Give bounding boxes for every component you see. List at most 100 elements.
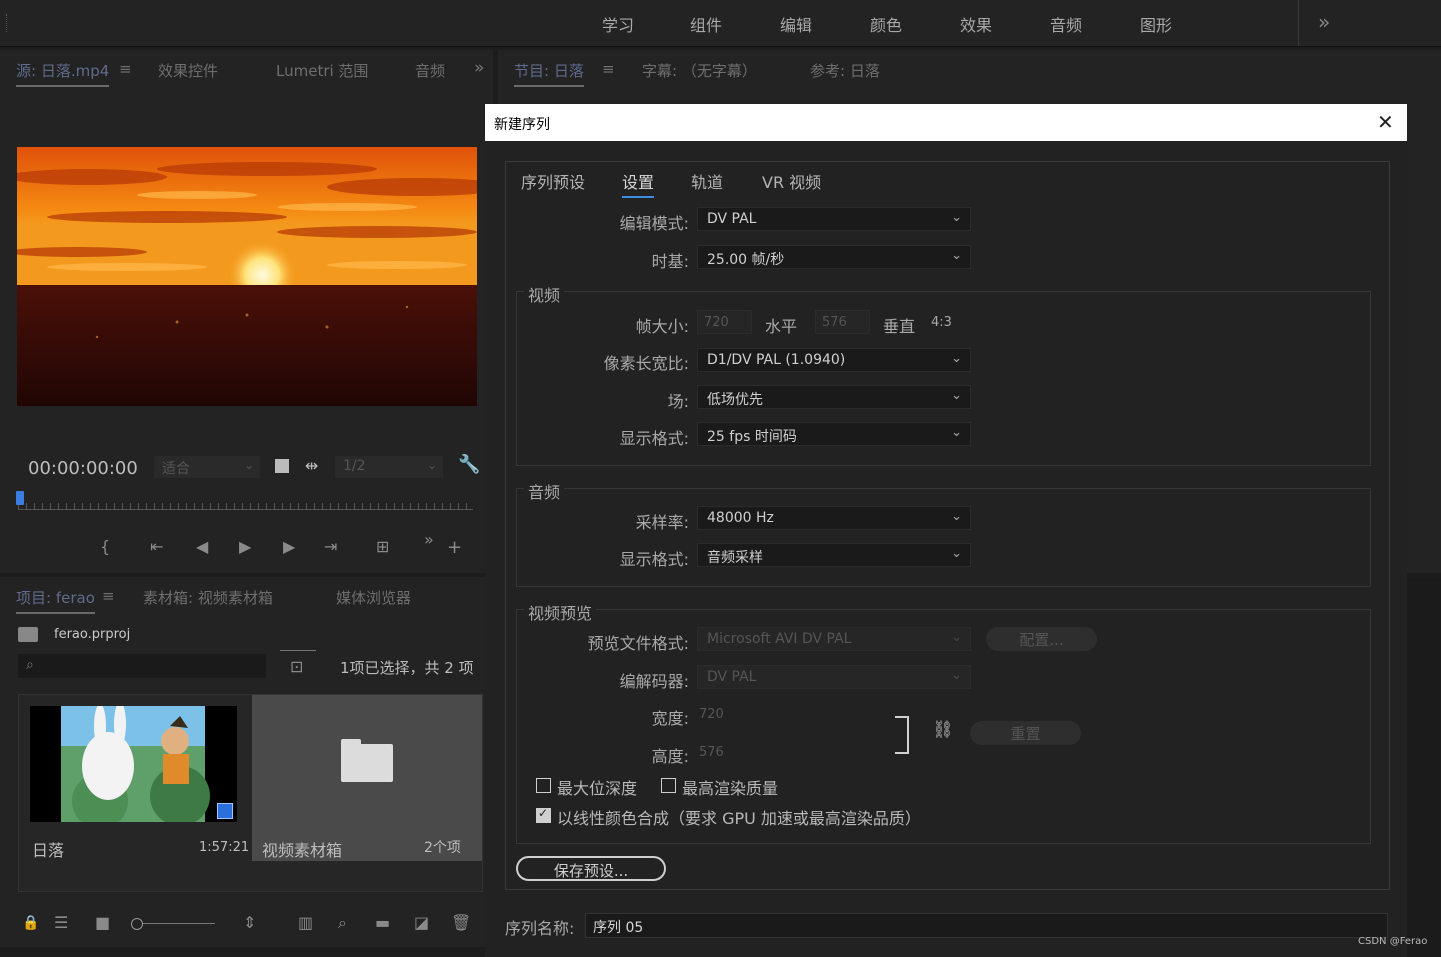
- edit-mode-dropdown[interactable]: DV PAL ⌄: [697, 207, 971, 231]
- fit-dropdown[interactable]: 适合 ⌄: [154, 456, 260, 478]
- item-name: 视频素材箱: [262, 841, 343, 860]
- preview-file-format-dropdown[interactable]: Microsoft AVI DV PAL ⌄: [697, 627, 971, 651]
- preview-file-format-label: 预览文件格式:: [587, 634, 689, 653]
- project-search-input[interactable]: ⌕: [18, 654, 266, 678]
- tab-project[interactable]: 项目: ferao: [16, 587, 95, 614]
- item-name: 日落: [32, 841, 65, 860]
- max-render-quality-checkbox[interactable]: [661, 778, 676, 793]
- sequence-name-label: 序列名称:: [505, 919, 575, 938]
- workspace-tab-graphics[interactable]: 图形: [1140, 12, 1172, 36]
- step-back-icon[interactable]: ◀: [196, 537, 208, 556]
- workspace-tab-learn[interactable]: 学习: [602, 12, 634, 36]
- project-item[interactable]: 日落 1:57:21: [19, 695, 250, 891]
- save-preset-button[interactable]: 保存预设...: [516, 856, 666, 881]
- chevron-down-icon: ⌄: [951, 388, 962, 403]
- panel-menu-icon[interactable]: ≡: [119, 60, 132, 78]
- more-tabs-icon[interactable]: »: [474, 58, 484, 78]
- tab-settings[interactable]: 设置: [622, 169, 655, 198]
- audio-display-format-dropdown[interactable]: 音频采样 ⌄: [697, 543, 971, 567]
- codec-dropdown[interactable]: DV PAL ⌄: [697, 665, 971, 689]
- timebase-dropdown[interactable]: 25.00 帧/秒 ⌄: [697, 245, 971, 269]
- workspace-tab-editing[interactable]: 编辑: [780, 12, 812, 36]
- sequence-name-input[interactable]: 序列 05: [585, 913, 1388, 938]
- resolution-dropdown[interactable]: 1/2 ⌄: [335, 456, 443, 478]
- audio-display-format-label: 显示格式:: [619, 550, 689, 569]
- export-frame-icon[interactable]: [275, 459, 289, 473]
- sort-icon[interactable]: ⇕: [243, 913, 256, 932]
- new-bin-icon[interactable]: ▬: [375, 913, 390, 932]
- reset-button[interactable]: 重置: [970, 721, 1081, 745]
- fields-dropdown[interactable]: 低场优先 ⌄: [697, 385, 971, 409]
- find-icon[interactable]: ⌕: [338, 913, 347, 933]
- close-icon[interactable]: ✕: [1377, 110, 1394, 134]
- tab-tracks[interactable]: 轨道: [691, 169, 723, 193]
- codec-value: DV PAL: [707, 669, 757, 685]
- trash-icon[interactable]: 🗑: [451, 913, 471, 932]
- automate-to-sequence-icon[interactable]: ▥: [298, 913, 313, 932]
- tab-lumetri-scopes[interactable]: Lumetri 范围: [276, 60, 368, 81]
- pixel-aspect-dropdown[interactable]: D1/DV PAL (1.0940) ⌄: [697, 348, 971, 372]
- play-icon[interactable]: ▶: [239, 537, 251, 556]
- panel-menu-icon[interactable]: ≡: [102, 587, 115, 605]
- preview-width-label: 宽度:: [651, 709, 689, 728]
- max-bit-depth-checkbox[interactable]: [536, 778, 551, 793]
- tab-program[interactable]: 节目: 日落: [514, 60, 584, 87]
- preview-file-format-value: Microsoft AVI DV PAL: [707, 631, 852, 647]
- insert-icon[interactable]: ⊞: [376, 537, 389, 556]
- fields-label: 场:: [667, 392, 689, 411]
- tab-bin[interactable]: 素材箱: 视频素材箱: [143, 587, 273, 608]
- tab-effect-controls[interactable]: 效果控件: [158, 60, 218, 81]
- dialog-title: 新建序列: [494, 117, 550, 133]
- fields-value: 低场优先: [707, 392, 763, 408]
- playhead[interactable]: [16, 491, 24, 505]
- step-forward-icon[interactable]: ▶: [283, 537, 295, 556]
- linear-color-checkbox[interactable]: ✓: [536, 806, 551, 823]
- wrench-icon[interactable]: 🔧: [458, 454, 480, 475]
- lock-icon[interactable]: 🔒: [22, 915, 39, 931]
- list-view-icon[interactable]: ☰: [54, 913, 68, 932]
- mark-in-icon[interactable]: {: [100, 537, 110, 556]
- workspace-tab-assembly[interactable]: 组件: [690, 12, 722, 36]
- new-item-icon[interactable]: ◪: [414, 913, 429, 932]
- tab-media-browser[interactable]: 媒体浏览器: [336, 587, 411, 608]
- link-icon[interactable]: ⛓: [932, 720, 954, 740]
- project-item[interactable]: 视频素材箱 2个项: [252, 695, 482, 861]
- workspace-tab-audio[interactable]: 音频: [1050, 12, 1082, 36]
- zoom-slider[interactable]: [143, 923, 215, 924]
- insert-overwrite-icon[interactable]: ⇹: [305, 456, 318, 475]
- folder-up-icon[interactable]: [18, 627, 38, 642]
- tab-source[interactable]: 源: 日落.mp4: [16, 60, 110, 87]
- tab-captions[interactable]: 字幕: （无字幕）: [642, 60, 757, 81]
- panel-menu-icon[interactable]: ≡: [602, 60, 615, 78]
- preview-height-value: 576: [699, 745, 724, 760]
- workspace-tab-effects[interactable]: 效果: [960, 12, 992, 36]
- icon-view-icon[interactable]: ■: [95, 913, 110, 932]
- workspace-tab-color[interactable]: 颜色: [870, 12, 902, 36]
- zoom-slider-handle[interactable]: [131, 918, 143, 930]
- chevron-down-icon: ⌄: [951, 248, 962, 263]
- clip-type-icon: [217, 803, 233, 819]
- grip-handle[interactable]: [6, 14, 10, 32]
- configure-button[interactable]: 配置...: [986, 627, 1097, 651]
- video-display-format-value: 25 fps 时间码: [707, 429, 797, 445]
- add-button-icon[interactable]: +: [447, 537, 462, 558]
- more-workspaces-icon[interactable]: »: [1318, 10, 1330, 34]
- go-to-in-icon[interactable]: ⇤: [150, 537, 163, 556]
- tab-reference[interactable]: 参考: 日落: [810, 60, 880, 81]
- audio-group: [516, 488, 1371, 587]
- source-timecode[interactable]: 00:00:00:00: [28, 458, 138, 479]
- tab-vr-video[interactable]: VR 视频: [762, 169, 821, 193]
- item-duration: 1:57:21: [199, 840, 250, 855]
- new-search-bin-icon[interactable]: ⊡: [290, 657, 303, 676]
- chevron-down-icon: ⌄: [951, 668, 962, 683]
- video-display-format-dropdown[interactable]: 25 fps 时间码 ⌄: [697, 422, 971, 446]
- video-group-title: 视频: [524, 282, 565, 306]
- tab-sequence-presets[interactable]: 序列预设: [521, 169, 585, 193]
- sample-rate-dropdown[interactable]: 48000 Hz ⌄: [697, 506, 971, 530]
- go-to-out-icon[interactable]: ⇥: [324, 537, 337, 556]
- tab-audio[interactable]: 音频: [415, 60, 445, 81]
- sample-rate-label: 采样率:: [635, 513, 689, 532]
- source-monitor-panel: 源: 日落.mp4 ≡ 效果控件 Lumetri 范围 音频 » 00:00:0…: [0, 50, 493, 573]
- more-buttons-icon[interactable]: »: [424, 530, 434, 549]
- time-ruler[interactable]: [18, 495, 473, 510]
